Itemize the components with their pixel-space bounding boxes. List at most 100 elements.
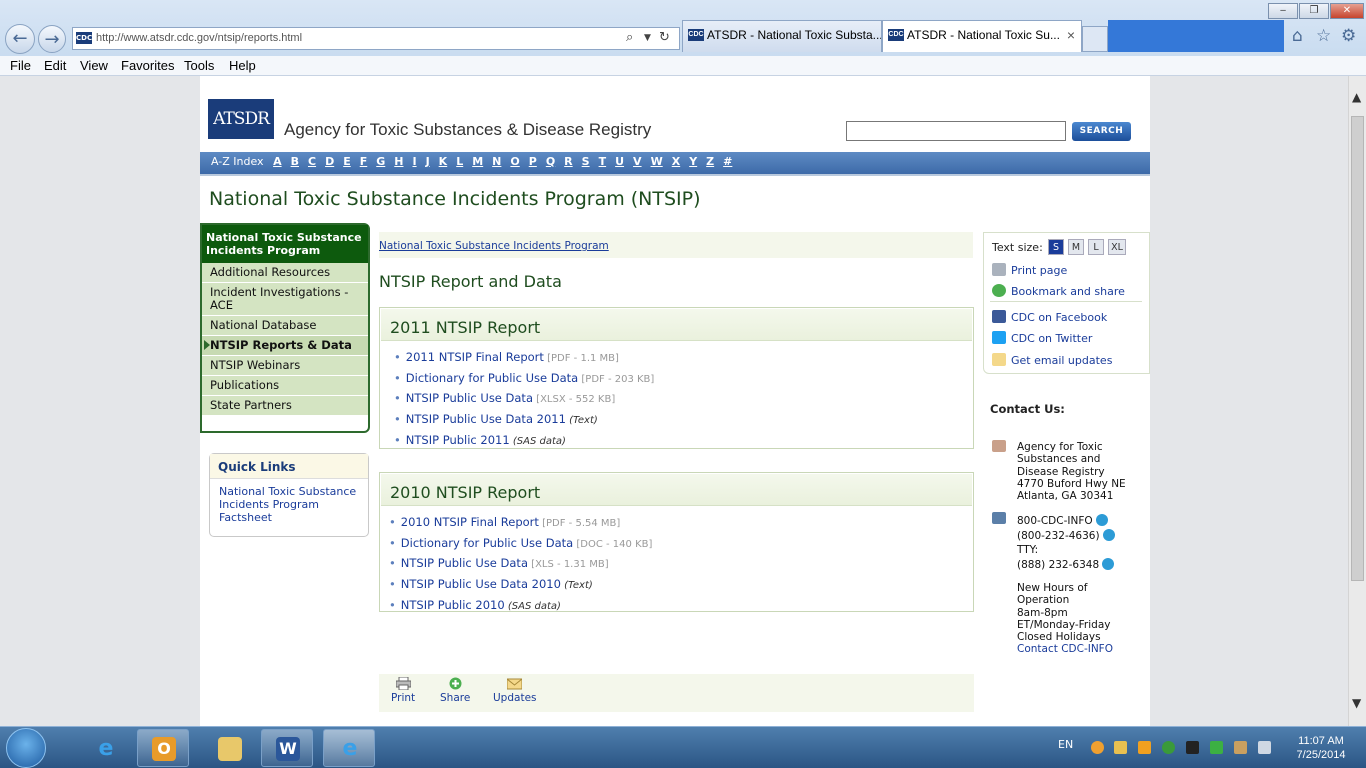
report-link[interactable]: NTSIP Public 2011 bbox=[406, 433, 510, 447]
az-letter-link[interactable]: W bbox=[651, 155, 663, 168]
az-letter-link[interactable]: D bbox=[325, 155, 334, 168]
footer-updates[interactable]: Updates bbox=[493, 674, 537, 704]
address-bar[interactable]: CDC http://www.atsdr.cdc.gov/ntsip/repor… bbox=[72, 27, 680, 50]
nav-item-incident-investigations[interactable]: Incident Investigations - ACE bbox=[202, 283, 368, 316]
menu-edit[interactable]: Edit bbox=[44, 58, 66, 73]
nav-item-ntsip-reports[interactable]: NTSIP Reports & Data bbox=[202, 336, 368, 356]
home-icon[interactable]: ⌂ bbox=[1292, 26, 1303, 46]
footer-share[interactable]: Share bbox=[440, 674, 470, 704]
scroll-down-icon[interactable]: ▼ bbox=[1352, 696, 1361, 710]
az-letter-link[interactable]: I bbox=[412, 155, 416, 168]
az-letter-link[interactable]: K bbox=[439, 155, 448, 168]
footer-print[interactable]: Print bbox=[391, 674, 415, 704]
new-tab-button[interactable] bbox=[1082, 26, 1108, 52]
report-link[interactable]: NTSIP Public Use Data bbox=[401, 556, 528, 570]
tray-network-icon[interactable] bbox=[1234, 741, 1247, 754]
nav-item-national-database[interactable]: National Database bbox=[202, 316, 368, 336]
scrollbar-thumb[interactable] bbox=[1351, 116, 1364, 581]
tray-office-icon[interactable] bbox=[1138, 741, 1151, 754]
call-icon[interactable] bbox=[1102, 528, 1115, 541]
email-updates-link[interactable]: Get email updates bbox=[992, 353, 1112, 367]
menu-file[interactable]: File bbox=[10, 58, 31, 73]
print-page-link[interactable]: Print page bbox=[992, 263, 1067, 277]
tray-mail-icon[interactable] bbox=[1114, 741, 1127, 754]
az-letter-link[interactable]: # bbox=[723, 155, 732, 168]
taskbar-word[interactable]: W bbox=[261, 729, 313, 767]
text-size-s[interactable]: S bbox=[1048, 239, 1064, 255]
report-link[interactable]: Dictionary for Public Use Data bbox=[406, 371, 578, 385]
restore-button[interactable]: ❐ bbox=[1299, 3, 1329, 19]
az-letter-link[interactable]: L bbox=[456, 155, 463, 168]
menu-view[interactable]: View bbox=[80, 58, 108, 73]
report-list-item[interactable]: NTSIP Public Use Data 2011 (Text) bbox=[394, 410, 973, 431]
back-button[interactable]: ← bbox=[5, 24, 35, 54]
breadcrumb-link[interactable]: National Toxic Substance Incidents Progr… bbox=[379, 240, 609, 252]
menu-tools[interactable]: Tools bbox=[184, 58, 214, 73]
tray-volume-icon[interactable] bbox=[1258, 741, 1271, 754]
az-letter-link[interactable]: T bbox=[599, 155, 607, 168]
system-clock[interactable]: 11:07 AM 7/25/2014 bbox=[1286, 734, 1356, 762]
menu-favorites[interactable]: Favorites bbox=[121, 58, 174, 73]
scroll-up-icon[interactable]: ▲ bbox=[1352, 90, 1361, 104]
report-link[interactable]: 2010 NTSIP Final Report bbox=[401, 515, 539, 529]
report-list-item[interactable]: NTSIP Public Use Data [XLSX - 552 KB] bbox=[394, 389, 973, 410]
az-letter-link[interactable]: M bbox=[472, 155, 483, 168]
minimize-button[interactable]: ‒ bbox=[1268, 3, 1298, 19]
az-letter-link[interactable]: J bbox=[426, 155, 430, 168]
report-link[interactable]: Dictionary for Public Use Data bbox=[401, 536, 573, 550]
text-size-m[interactable]: M bbox=[1068, 239, 1084, 255]
bookmark-share-link[interactable]: Bookmark and share bbox=[992, 284, 1125, 298]
report-list-item[interactable]: Dictionary for Public Use Data [PDF - 20… bbox=[394, 369, 973, 390]
tab-1[interactable]: CDC ATSDR - National Toxic Substa... bbox=[682, 20, 882, 52]
quick-link-factsheet[interactable]: National Toxic Substance Incidents Progr… bbox=[210, 479, 368, 530]
call-icon[interactable] bbox=[1102, 557, 1115, 570]
az-letter-link[interactable]: A bbox=[273, 155, 282, 168]
call-icon[interactable] bbox=[1095, 514, 1108, 526]
close-tab-icon[interactable]: × bbox=[1067, 21, 1075, 49]
az-letter-link[interactable]: E bbox=[343, 155, 351, 168]
az-letter-link[interactable]: H bbox=[394, 155, 403, 168]
az-letter-link[interactable]: U bbox=[615, 155, 624, 168]
left-nav-header[interactable]: National Toxic Substance Incidents Progr… bbox=[202, 225, 368, 263]
report-link[interactable]: NTSIP Public Use Data bbox=[406, 391, 533, 405]
tray-sync-icon[interactable] bbox=[1162, 741, 1175, 754]
taskbar-ie[interactable]: e bbox=[79, 729, 131, 767]
dropdown-arrow-icon[interactable]: ▼ bbox=[644, 33, 651, 43]
refresh-icon[interactable]: ↻ bbox=[659, 30, 670, 45]
start-button[interactable] bbox=[6, 728, 46, 768]
az-letter-link[interactable]: O bbox=[510, 155, 519, 168]
language-indicator[interactable]: EN bbox=[1058, 738, 1073, 751]
twitter-link[interactable]: CDC on Twitter bbox=[992, 331, 1092, 345]
az-letter-link[interactable]: C bbox=[308, 155, 316, 168]
az-letter-link[interactable]: Z bbox=[706, 155, 714, 168]
nav-item-state-partners[interactable]: State Partners bbox=[202, 396, 368, 416]
nav-item-ntsip-webinars[interactable]: NTSIP Webinars bbox=[202, 356, 368, 376]
tray-check-icon[interactable] bbox=[1210, 741, 1223, 754]
report-list-item[interactable]: NTSIP Public Use Data 2010 (Text) bbox=[389, 575, 973, 596]
report-link[interactable]: NTSIP Public 2010 bbox=[401, 598, 505, 612]
nav-item-additional-resources[interactable]: Additional Resources bbox=[202, 263, 368, 283]
az-letter-link[interactable]: B bbox=[291, 155, 299, 168]
az-letter-link[interactable]: P bbox=[529, 155, 537, 168]
tray-app-icon[interactable] bbox=[1186, 741, 1199, 754]
close-window-button[interactable]: ✕ bbox=[1330, 3, 1364, 19]
search-button[interactable]: SEARCH bbox=[1072, 122, 1131, 141]
text-size-l[interactable]: L bbox=[1088, 239, 1104, 255]
az-letter-link[interactable]: S bbox=[582, 155, 590, 168]
az-letter-link[interactable]: N bbox=[492, 155, 501, 168]
az-letter-link[interactable]: R bbox=[564, 155, 572, 168]
az-letter-link[interactable]: G bbox=[376, 155, 385, 168]
facebook-link[interactable]: CDC on Facebook bbox=[992, 310, 1107, 324]
taskbar-explorer[interactable] bbox=[203, 729, 255, 767]
report-list-item[interactable]: NTSIP Public 2011 (SAS data) bbox=[394, 431, 973, 452]
tab-2[interactable]: CDC ATSDR - National Toxic Su... × bbox=[882, 20, 1082, 52]
search-icon[interactable]: ⌕ bbox=[626, 30, 633, 45]
az-letter-link[interactable]: Y bbox=[689, 155, 697, 168]
atsdr-logo[interactable]: ATSDR bbox=[208, 99, 274, 139]
search-input[interactable] bbox=[846, 121, 1066, 141]
report-link[interactable]: NTSIP Public Use Data 2011 bbox=[406, 412, 566, 426]
taskbar-ie-active[interactable]: e bbox=[323, 729, 375, 767]
report-list-item[interactable]: Dictionary for Public Use Data [DOC - 14… bbox=[389, 534, 973, 555]
az-letter-link[interactable]: F bbox=[360, 155, 368, 168]
report-list-item[interactable]: 2010 NTSIP Final Report [PDF - 5.54 MB] bbox=[389, 513, 973, 534]
